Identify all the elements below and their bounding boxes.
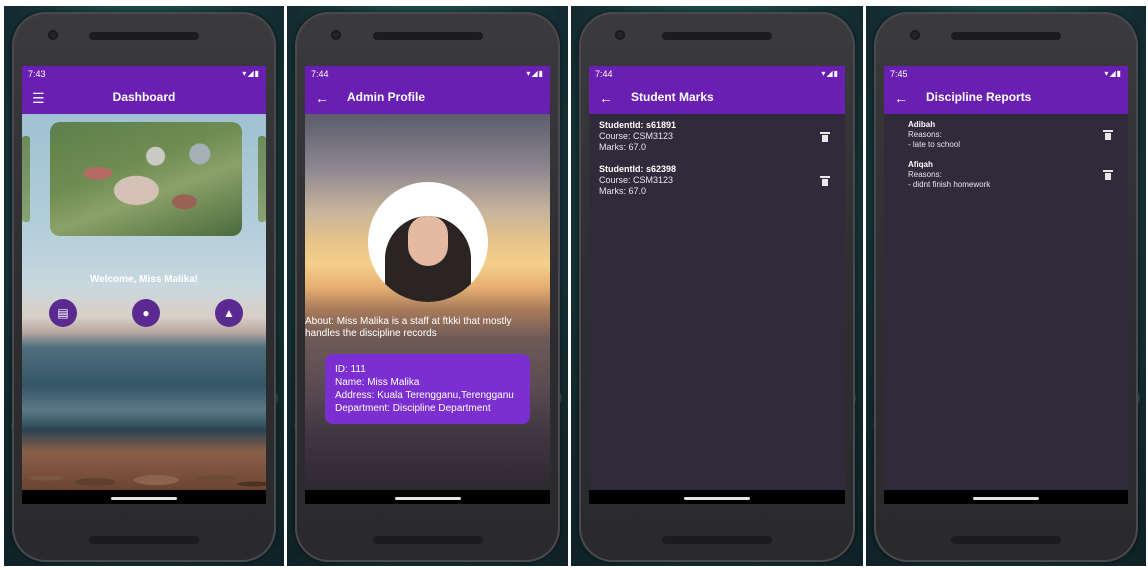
speaker-grill xyxy=(89,32,199,40)
admin-address: Address: Kuala Terengganu,Terengganu xyxy=(335,390,514,401)
home-gesture-bar[interactable] xyxy=(684,497,750,500)
clipboard-icon: ▤ xyxy=(57,306,69,320)
student-marks-button[interactable]: ▤ xyxy=(49,299,77,327)
admin-profile-screen: 7:44 ▾◢▮ ← Admin Profile About: Miss Mal… xyxy=(305,66,550,504)
nav-bar xyxy=(884,490,1128,504)
status-icons: ▾◢▮ xyxy=(526,69,544,78)
camera-icon xyxy=(910,30,920,40)
app-bar: ← Student Marks xyxy=(589,82,845,114)
profile-info-card: ID: 111 Name: Miss Malika Address: Kuala… xyxy=(325,354,530,424)
delete-icon[interactable] xyxy=(1103,130,1113,140)
marks: Marks: 67.0 xyxy=(599,186,647,196)
list-item[interactable]: StudentId: s61891 Course: CSM3123 Marks:… xyxy=(599,120,835,153)
student-name: Afiqah xyxy=(908,160,933,169)
marks-list: StudentId: s61891 Course: CSM3123 Marks:… xyxy=(589,114,845,490)
camera-icon xyxy=(331,30,341,40)
speaker-grill xyxy=(951,32,1061,40)
reasons-label: Reasons: xyxy=(908,130,942,139)
phone-frame: 7:44 ▾◢▮ ← Admin Profile About: Miss Mal… xyxy=(295,12,560,562)
status-icons: ▾◢▮ xyxy=(1104,69,1122,78)
phone-frame: 7:45 ▾◢▮ ← Discipline Reports Adibah Rea… xyxy=(874,12,1138,562)
list-item[interactable]: Adibah Reasons: - late to school xyxy=(908,120,1118,150)
avatar-face xyxy=(407,216,448,266)
chin-speaker xyxy=(372,536,483,544)
status-icons: ▾◢▮ xyxy=(242,69,260,78)
home-gesture-bar[interactable] xyxy=(973,497,1039,500)
phone-frame: 7:43 ▾◢▮ ☰ Dashboard Welcome, Miss Malik… xyxy=(12,12,276,562)
profile-photo xyxy=(367,182,488,302)
warning-icon: ▲ xyxy=(223,306,235,320)
home-gesture-bar[interactable] xyxy=(111,497,177,500)
admin-name: Name: Miss Malika xyxy=(335,377,420,388)
phone-panel-dashboard: 7:43 ▾◢▮ ☰ Dashboard Welcome, Miss Malik… xyxy=(4,6,284,566)
carousel-prev-image[interactable] xyxy=(22,136,30,222)
student-id: StudentId: s62398 xyxy=(599,164,677,174)
home-gesture-bar[interactable] xyxy=(394,497,461,500)
delete-icon[interactable] xyxy=(820,176,830,186)
status-bar: 7:43 ▾◢▮ xyxy=(22,66,266,82)
reason: - late to school xyxy=(908,140,961,149)
carousel-next-image[interactable] xyxy=(258,136,266,222)
course: Course: CSM3123 xyxy=(599,175,674,185)
status-time: 7:45 xyxy=(890,69,908,79)
status-time: 7:44 xyxy=(595,69,613,79)
discipline-reports-screen: 7:45 ▾◢▮ ← Discipline Reports Adibah Rea… xyxy=(884,66,1128,504)
app-bar: ← Discipline Reports xyxy=(884,82,1128,114)
about-text: About: Miss Malika is a staff at ftkki t… xyxy=(305,316,512,339)
admin-id: ID: 111 xyxy=(335,364,366,375)
phone-panel-discipline-reports: 7:45 ▾◢▮ ← Discipline Reports Adibah Rea… xyxy=(866,6,1146,566)
account-circle-icon: ● xyxy=(142,306,150,320)
back-arrow-icon[interactable]: ← xyxy=(599,88,613,108)
campus-carousel-image[interactable] xyxy=(50,122,242,236)
phone-panel-admin-profile: 7:44 ▾◢▮ ← Admin Profile About: Miss Mal… xyxy=(287,6,568,566)
list-item[interactable]: StudentId: s62398 Course: CSM3123 Marks:… xyxy=(599,164,835,197)
status-icons: ▾◢▮ xyxy=(821,69,839,78)
status-bar: 7:44 ▾◢▮ xyxy=(305,66,550,82)
app-bar: ☰ Dashboard xyxy=(22,82,266,114)
reports-list: Adibah Reasons: - late to school Afiqah … xyxy=(884,114,1128,490)
course: Course: CSM3123 xyxy=(599,131,674,141)
back-arrow-icon[interactable]: ← xyxy=(894,88,908,108)
nav-bar xyxy=(589,490,845,504)
chin-speaker xyxy=(662,536,772,544)
discipline-reports-button[interactable]: ▲ xyxy=(215,299,243,327)
dashboard-screen: 7:43 ▾◢▮ ☰ Dashboard Welcome, Miss Malik… xyxy=(22,66,266,504)
status-time: 7:44 xyxy=(311,69,329,79)
app-bar: ← Admin Profile xyxy=(305,82,550,114)
reasons-label: Reasons: xyxy=(908,170,942,179)
nav-bar xyxy=(22,490,266,504)
chin-speaker xyxy=(951,536,1061,544)
rocks-image xyxy=(22,450,266,490)
student-marks-screen: 7:44 ▾◢▮ ← Student Marks StudentId: s618… xyxy=(589,66,845,504)
chin-speaker xyxy=(89,536,199,544)
marks: Marks: 67.0 xyxy=(599,142,647,152)
page-title: Dashboard xyxy=(112,90,176,104)
delete-icon[interactable] xyxy=(820,132,830,142)
student-id: StudentId: s61891 xyxy=(599,120,677,130)
nav-bar xyxy=(305,490,550,504)
page-title: Student Marks xyxy=(631,90,714,104)
admin-department: Department: Discipline Department xyxy=(335,403,491,414)
welcome-text: Welcome, Miss Malika! xyxy=(89,274,199,285)
back-arrow-icon[interactable]: ← xyxy=(315,88,329,108)
sunset-background-image xyxy=(305,114,550,490)
phone-panel-student-marks: 7:44 ▾◢▮ ← Student Marks StudentId: s618… xyxy=(571,6,863,566)
status-bar: 7:44 ▾◢▮ xyxy=(589,66,845,82)
delete-icon[interactable] xyxy=(1103,170,1113,180)
reason: - didnt finish homework xyxy=(908,180,991,189)
status-bar: 7:45 ▾◢▮ xyxy=(884,66,1128,82)
page-title: Discipline Reports xyxy=(926,90,1032,104)
page-title: Admin Profile xyxy=(347,90,426,104)
camera-icon xyxy=(615,30,625,40)
list-item[interactable]: Afiqah Reasons: - didnt finish homework xyxy=(908,160,1118,190)
admin-profile-button[interactable]: ● xyxy=(132,299,160,327)
speaker-grill xyxy=(662,32,772,40)
student-name: Adibah xyxy=(908,120,936,129)
phone-frame: 7:44 ▾◢▮ ← Student Marks StudentId: s618… xyxy=(579,12,855,562)
camera-icon xyxy=(48,30,58,40)
status-time: 7:43 xyxy=(28,69,46,79)
speaker-grill xyxy=(372,32,483,40)
